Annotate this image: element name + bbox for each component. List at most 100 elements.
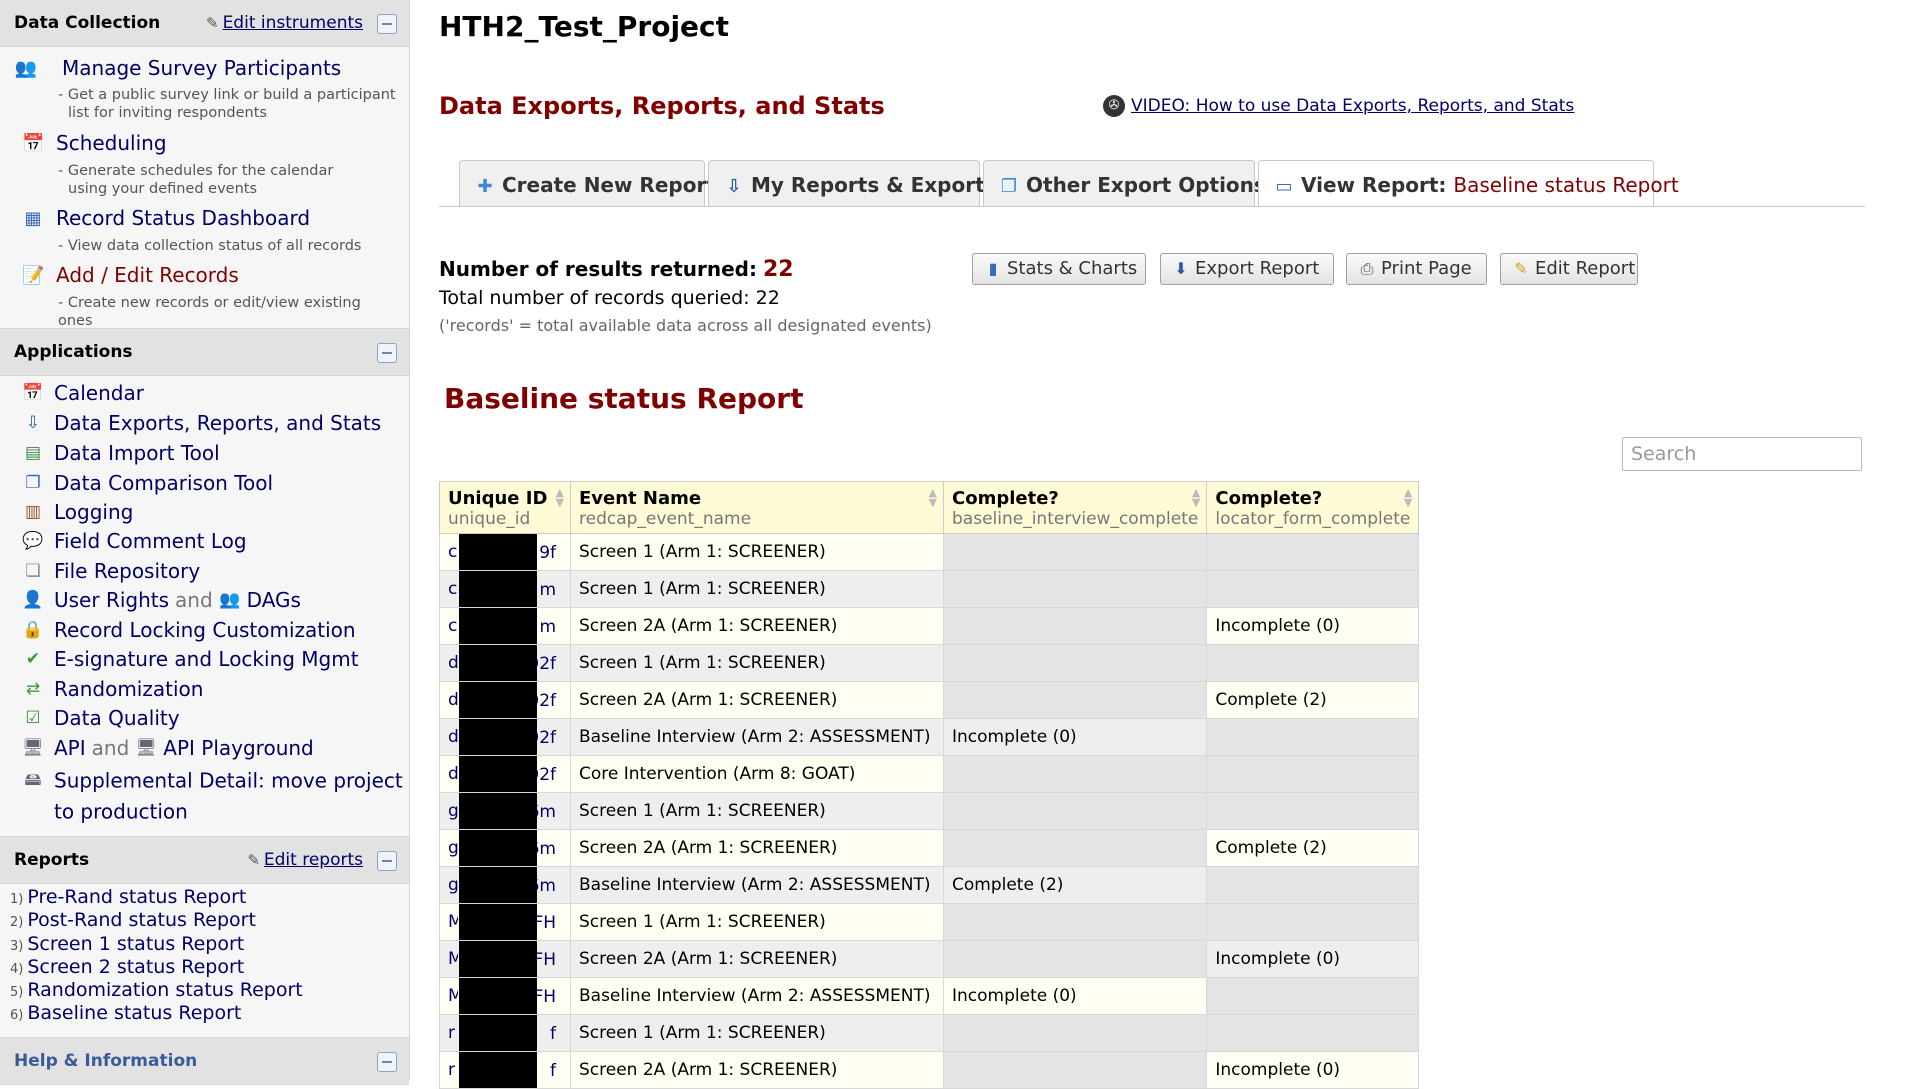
tab-my-reports-exports[interactable]: ⇩ My Reports & Exports [708, 160, 997, 206]
sidebar-item-label[interactable]: Data Import Tool [54, 441, 220, 465]
video-link[interactable]: ✇ VIDEO: How to use Data Exports, Reports… [1103, 95, 1574, 117]
dags-icon: 👥 [219, 590, 241, 610]
record-link[interactable]: M FH [448, 986, 556, 1007]
record-link[interactable]: M FH [448, 949, 556, 970]
sidebar-item-label[interactable]: Randomization [54, 677, 203, 701]
sidebar-item-logging[interactable]: ▥ Logging [22, 500, 133, 526]
record-link[interactable]: rf [448, 1060, 556, 1081]
sidebar-item-data-exports[interactable]: ⇩ Data Exports, Reports, and Stats [22, 411, 381, 437]
table-row: d 92f Screen 1 (Arm 1: SCREENER) [439, 644, 1420, 682]
sidebar-item-label[interactable]: Calendar [54, 381, 144, 405]
sidebar-item-label[interactable]: Record Locking Customization [54, 618, 356, 642]
sidebar-item-label[interactable]: Manage Survey Participants [62, 56, 341, 80]
record-link[interactable]: g 6m [448, 801, 556, 822]
column-header-unique-id[interactable]: Unique ID unique_id ▲ ▼ [439, 481, 571, 534]
sidebar-item-label[interactable]: API [54, 736, 86, 760]
sidebar-item-label[interactable]: Scheduling [56, 131, 167, 155]
report-label[interactable]: Screen 2 status Report [27, 956, 244, 978]
record-link[interactable]: cm [448, 616, 556, 637]
record-link[interactable]: d 92f [448, 690, 556, 711]
cell-event-name: Baseline Interview (Arm 2: ASSESSMENT) [570, 977, 944, 1015]
plus-icon: ✚ [477, 176, 493, 197]
column-header-event-name[interactable]: Event Name redcap_event_name ▲ ▼ [570, 481, 944, 534]
sidebar-item-label[interactable]: E-signature and Locking Mgmt [54, 647, 359, 671]
collapse-help-button[interactable] [377, 1052, 397, 1072]
sidebar-item-randomization[interactable]: ⇄ Randomization [22, 677, 204, 703]
sort-icon: ▲ ▼ [1191, 486, 1201, 509]
stats-charts-button[interactable]: ▮ Stats & Charts [972, 253, 1146, 285]
column-header-locator-complete[interactable]: Complete? locator_form_complete ▲ ▼ [1206, 481, 1420, 534]
record-link[interactable]: g 6m [448, 875, 556, 896]
sidebar-item-label[interactable]: Record Status Dashboard [56, 206, 310, 230]
record-link[interactable]: d 92f [448, 653, 556, 674]
report-item-5[interactable]: 5) Randomization status Report [10, 979, 303, 1001]
column-header-baseline-complete[interactable]: Complete? baseline_interview_complete ▲ ▼ [942, 481, 1208, 534]
edit-reports-link[interactable]: ✎ Edit reports [247, 850, 363, 870]
sidebar-item-label[interactable]: User Rights [54, 588, 169, 612]
record-link[interactable]: d 92f [448, 727, 556, 748]
report-item-2[interactable]: 2) Post-Rand status Report [10, 909, 256, 931]
sidebar-item-calendar[interactable]: 📅 Calendar [22, 381, 144, 407]
record-link[interactable]: rf [448, 1023, 556, 1044]
sidebar-item-api[interactable]: 🖥 API and 🖥 API Playground [22, 736, 314, 762]
record-link[interactable]: c 9f [448, 542, 556, 563]
record-link[interactable]: cm [448, 579, 556, 600]
sidebar-item-label[interactable]: File Repository [54, 559, 200, 583]
report-label[interactable]: Randomization status Report [27, 979, 302, 1001]
sidebar-item-label[interactable]: Data Comparison Tool [54, 471, 273, 495]
tab-view-report[interactable]: ▭ View Report: Baseline status Report [1258, 160, 1679, 207]
sidebar-item-label[interactable]: Data Exports, Reports, and Stats [54, 411, 381, 435]
table-row: g 6m Baseline Interview (Arm 2: ASSESSMENT… [439, 866, 1420, 904]
edit-instruments-link[interactable]: ✎ Edit instruments [206, 13, 363, 33]
help-title[interactable]: Help & Information [14, 1051, 197, 1071]
tab-create-new-report[interactable]: ✚ Create New Report [459, 160, 716, 206]
record-link[interactable]: M FH [448, 912, 556, 933]
sidebar-item-data-quality[interactable]: ☑ Data Quality [22, 706, 180, 732]
sidebar-item-label-line2[interactable]: to production [54, 799, 188, 823]
comment-icon: 💬 [22, 531, 44, 551]
record-link[interactable]: d 92f [448, 764, 556, 785]
record-id-prefix: d [448, 727, 458, 747]
cell-event-name: Screen 1 (Arm 1: SCREENER) [570, 903, 944, 941]
report-label[interactable]: Pre-Rand status Report [27, 886, 246, 908]
cell-event-name: Screen 1 (Arm 1: SCREENER) [570, 570, 944, 608]
report-title: Baseline status Report [444, 382, 804, 415]
edit-report-button[interactable]: ✎ Edit Report [1500, 253, 1638, 285]
sort-icon: ▲ ▼ [1403, 486, 1413, 509]
print-page-button[interactable]: ⎙ Print Page [1346, 253, 1487, 285]
sidebar-item-api-playground-label[interactable]: API Playground [163, 736, 313, 760]
grid-icon: ▦ [24, 208, 42, 229]
sidebar-item-dags-label[interactable]: DAGs [247, 588, 301, 612]
sidebar-item-record-locking[interactable]: 🔒 Record Locking Customization [22, 618, 356, 644]
sidebar-item-label[interactable]: Data Quality [54, 706, 180, 730]
export-report-button[interactable]: ⬇ Export Report [1160, 253, 1334, 285]
report-item-1[interactable]: 1) Pre-Rand status Report [10, 886, 246, 908]
tab-other-export-options[interactable]: ❐ Other Export Options [983, 160, 1266, 206]
report-item-3[interactable]: 3) Screen 1 status Report [10, 933, 244, 955]
sidebar-item-data-comparison-tool[interactable]: ❐ Data Comparison Tool [22, 471, 273, 497]
sidebar-item-data-import-tool[interactable]: ▤ Data Import Tool [22, 441, 220, 467]
api-icon: 🖥 [22, 738, 44, 758]
report-label[interactable]: Screen 1 status Report [27, 933, 244, 955]
sidebar-item-label[interactable]: Supplemental Detail: move project [54, 769, 403, 793]
sidebar-item-label[interactable]: Add / Edit Records [56, 263, 239, 287]
sidebar-item-file-repository[interactable]: ❏ File Repository [22, 559, 200, 585]
record-link[interactable]: g 6m [448, 838, 556, 859]
sidebar-item-label[interactable]: Field Comment Log [54, 529, 247, 553]
report-item-6[interactable]: 6) Baseline status Report [10, 1002, 241, 1024]
sidebar-item-label[interactable]: Logging [54, 500, 133, 524]
report-item-4[interactable]: 4) Screen 2 status Report [10, 956, 244, 978]
search-input[interactable] [1622, 437, 1862, 471]
collapse-reports-button[interactable] [377, 851, 397, 871]
cell-unique-id: rf [439, 1014, 571, 1052]
collapse-data-collection-button[interactable] [377, 14, 397, 34]
sidebar-item-esignature[interactable]: ✔ E-signature and Locking Mgmt [22, 647, 359, 673]
cell-unique-id: M FH [439, 903, 571, 941]
sidebar-item-supplemental-detail[interactable]: 🖴 Supplemental Detail: move project to pro… [22, 765, 403, 824]
shuffle-icon: ⇄ [25, 679, 41, 699]
report-label[interactable]: Baseline status Report [27, 1002, 241, 1024]
collapse-applications-button[interactable] [377, 343, 397, 363]
sidebar-item-field-comment-log[interactable]: 💬 Field Comment Log [22, 529, 247, 555]
sidebar-item-user-rights[interactable]: 👤 User Rights and 👥 DAGs [22, 588, 301, 614]
report-label[interactable]: Post-Rand status Report [27, 909, 256, 931]
